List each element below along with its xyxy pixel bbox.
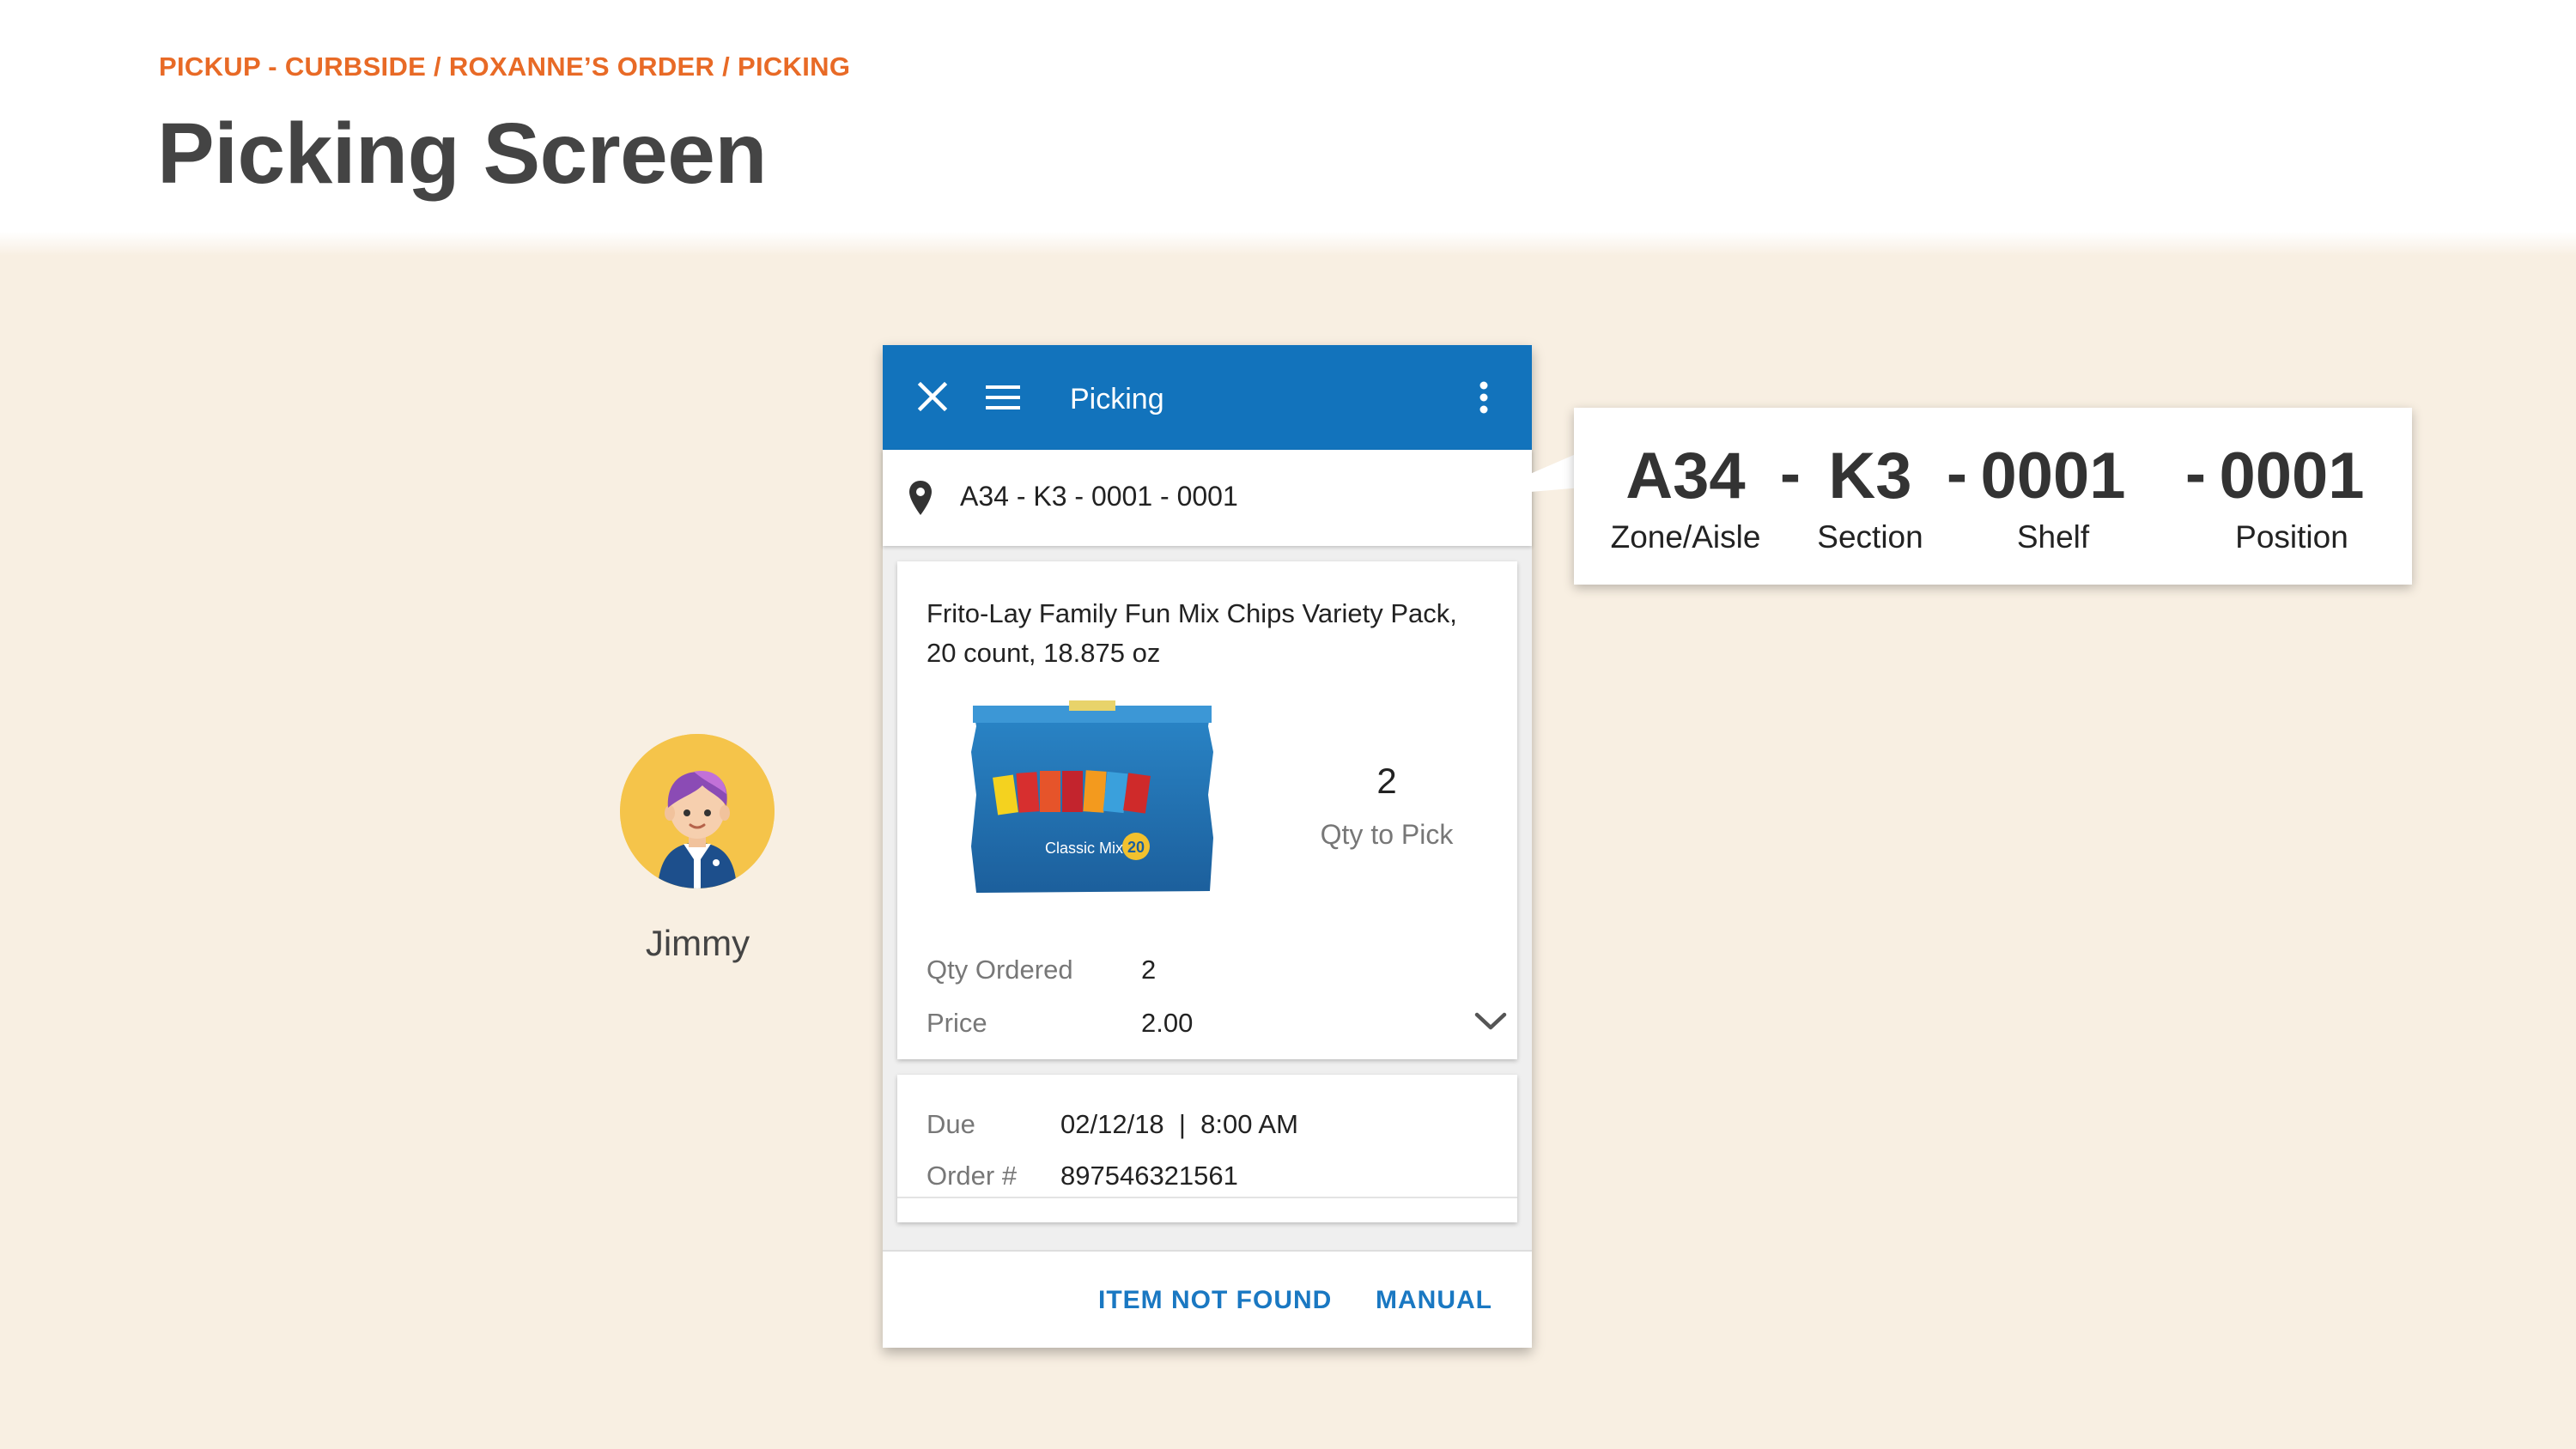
avatar-name: Jimmy <box>645 923 750 963</box>
product-count-label: 20 <box>1127 839 1145 856</box>
callout-shelf-label: Shelf <box>2016 519 2090 555</box>
phone-screen: Picking A34 - K3 - 0001 - 0001 Frito-Lay… <box>883 345 1532 1348</box>
qty-to-pick-value: 2 <box>1376 761 1397 801</box>
item-not-found-button[interactable]: ITEM NOT FOUND <box>1098 1286 1332 1315</box>
app-title: Picking <box>1070 383 1164 415</box>
hamburger-menu-icon <box>986 385 1020 409</box>
product-mix-label: Classic Mix <box>1045 840 1123 857</box>
price-value: 2.00 <box>1141 1008 1194 1038</box>
product-image: 20 Classic Mix <box>968 700 1217 896</box>
due-label: Due <box>927 1109 975 1139</box>
close-button[interactable] <box>915 379 950 414</box>
item-card: Frito-Lay Family Fun Mix Chips Variety P… <box>897 561 1517 1059</box>
order-card: Due 02/12/18 | 8:00 AM Order # 897546321… <box>897 1075 1517 1222</box>
due-value: 02/12/18 | 8:00 AM <box>1060 1109 1298 1139</box>
more-options-button[interactable] <box>1475 379 1492 415</box>
price-label: Price <box>927 1008 987 1038</box>
close-icon <box>917 381 948 412</box>
callout-position: 0001 <box>2219 440 2365 512</box>
order-number-label: Order # <box>927 1161 1018 1191</box>
callout-position-label: Position <box>2235 519 2348 555</box>
location-callout: A34 - K3 - 0001 - 0001 Zone/Aisle Sectio… <box>1574 408 2412 585</box>
callout-dash-3: - <box>2185 440 2206 508</box>
location-pin-icon <box>909 481 932 515</box>
order-number-value: 897546321561 <box>1060 1161 1238 1191</box>
menu-button[interactable] <box>984 381 1022 414</box>
page-title: Picking Screen <box>157 106 768 202</box>
callout-section: K3 <box>1828 440 1912 512</box>
chevron-down-icon <box>1474 1012 1507 1030</box>
callout-shelf: 0001 <box>1980 440 2126 512</box>
callout-dash-1: - <box>1780 440 1801 508</box>
callout-dash-2: - <box>1947 440 1967 508</box>
action-bar: ITEM NOT FOUND MANUAL <box>883 1250 1532 1348</box>
more-vert-icon <box>1479 381 1488 414</box>
callout-section-label: Section <box>1817 519 1923 555</box>
qty-to-pick-label: Qty to Pick <box>1320 819 1454 850</box>
manual-button[interactable]: MANUAL <box>1376 1286 1492 1315</box>
qty-ordered-value: 2 <box>1141 955 1157 985</box>
location-bar: A34 - K3 - 0001 - 0001 <box>883 450 1532 546</box>
callout-pointer <box>1479 452 1582 496</box>
item-name: Frito-Lay Family Fun Mix Chips Variety P… <box>927 598 1457 668</box>
location-code: A34 - K3 - 0001 - 0001 <box>960 481 1238 512</box>
qty-ordered-label: Qty Ordered <box>927 955 1073 985</box>
avatar-illustration <box>620 734 775 888</box>
order-card-divider <box>897 1197 1517 1198</box>
breadcrumb: PICKUP - CURBSIDE / ROXANNE’S ORDER / PI… <box>159 52 851 82</box>
product-bag-illustration: 20 Classic Mix <box>971 700 1213 893</box>
callout-zone-label: Zone/Aisle <box>1610 519 1761 555</box>
expand-details-button[interactable] <box>1473 1008 1509 1034</box>
avatar <box>620 734 775 888</box>
app-bar: Picking <box>883 345 1532 450</box>
callout-zone: A34 <box>1625 440 1746 512</box>
